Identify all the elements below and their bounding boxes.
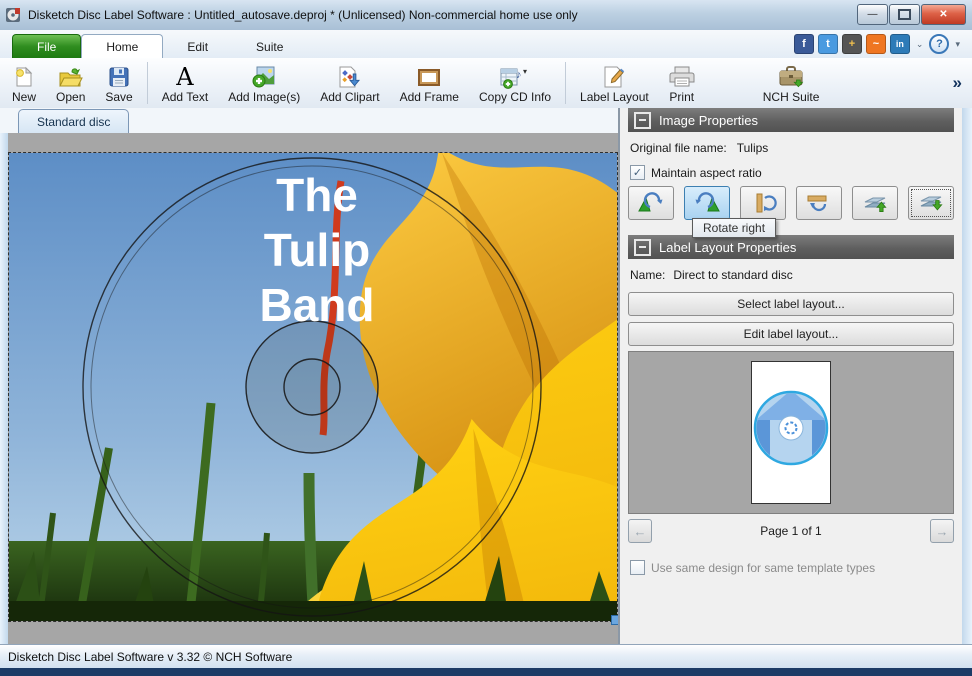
flip-horizontal-button[interactable]	[740, 186, 786, 220]
add-clipart-icon	[337, 63, 363, 89]
add-clipart-button[interactable]: Add Clipart	[310, 60, 389, 106]
maintain-aspect-row: ✓ Maintain aspect ratio	[630, 165, 954, 180]
bring-forward-button[interactable]	[852, 186, 898, 220]
layout-name-value: Direct to standard disc	[673, 268, 792, 282]
title-bar: Disketch Disc Label Software : Untitled_…	[0, 0, 972, 31]
add-text-button[interactable]: A Add Text	[152, 60, 218, 106]
open-button[interactable]: Open	[46, 60, 95, 106]
next-page-button[interactable]: →	[930, 519, 954, 543]
selection-resize-handle[interactable]	[611, 615, 618, 625]
layout-preview-disc	[752, 362, 830, 503]
previous-page-button[interactable]: ←	[628, 519, 652, 543]
window-title: Disketch Disc Label Software : Untitled_…	[28, 8, 851, 22]
same-design-row: Use same design for same template types	[630, 560, 954, 575]
page-indicator: Page 1 of 1	[652, 524, 930, 538]
copy-cd-info-icon: ♪▾	[499, 63, 531, 89]
maintain-aspect-label: Maintain aspect ratio	[651, 166, 762, 180]
rotate-left-button[interactable]	[628, 186, 674, 220]
add-text-icon: A	[176, 63, 193, 89]
add-frame-button[interactable]: Add Frame	[390, 60, 469, 106]
tab-suite[interactable]: Suite	[232, 35, 307, 58]
rotate-right-button[interactable]	[684, 186, 730, 220]
properties-panel: Image Properties Original file name: Tul…	[620, 108, 962, 645]
open-folder-icon	[58, 63, 84, 89]
tab-file[interactable]: File	[12, 34, 81, 58]
status-bar: Disketch Disc Label Software v 3.32 © NC…	[0, 644, 972, 668]
same-design-checkbox[interactable]	[630, 560, 645, 575]
svg-text:Tulip: Tulip	[264, 224, 370, 276]
nch-suite-icon	[777, 63, 805, 89]
toolbar-overflow-button[interactable]: »	[945, 73, 970, 93]
ribbon-tab-row: File Home Edit Suite f t + ~ in ⌄ ? ▾	[0, 30, 972, 58]
content-area: Standard disc	[0, 108, 972, 645]
original-file-name-label: Original file name:	[630, 141, 727, 155]
twitter-icon[interactable]: t	[818, 34, 838, 54]
collapse-image-properties-button[interactable]	[634, 112, 651, 129]
toolbar-separator	[565, 62, 566, 104]
image-properties-header: Image Properties	[628, 108, 954, 132]
share-dropdown-icon[interactable]: ⌄	[914, 39, 926, 50]
layout-name-row: Name: Direct to standard disc	[630, 268, 954, 282]
add-image-icon	[251, 63, 277, 89]
nch-logo-icon[interactable]: ~	[866, 34, 886, 54]
help-icon[interactable]: ?	[929, 34, 949, 54]
app-icon	[6, 7, 22, 23]
new-button[interactable]: New	[2, 60, 46, 106]
maximize-button[interactable]	[889, 4, 920, 25]
edit-label-layout-button[interactable]: Edit label layout...	[628, 322, 954, 346]
add-frame-icon	[415, 63, 443, 89]
disc-title-text[interactable]: The Tulip Band	[260, 169, 375, 331]
label-layout-properties-header: Label Layout Properties	[628, 235, 954, 259]
copy-cd-info-button[interactable]: ♪▾ Copy CD Info	[469, 60, 561, 106]
select-label-layout-button[interactable]: Select label layout...	[628, 292, 954, 316]
tab-edit[interactable]: Edit	[163, 35, 232, 58]
tulip-image-object[interactable]: The Tulip Band	[8, 152, 618, 622]
svg-text:Band: Band	[260, 279, 375, 331]
layout-preview-box	[628, 351, 954, 514]
close-button[interactable]: ✕	[921, 4, 966, 25]
window-left-edge	[0, 133, 8, 645]
image-tools-row	[628, 186, 954, 220]
save-floppy-icon	[107, 63, 131, 89]
tab-home[interactable]: Home	[81, 34, 163, 59]
window-bottom-edge	[0, 668, 972, 676]
svg-text:▾: ▾	[523, 67, 527, 76]
send-backward-button[interactable]	[908, 186, 954, 220]
svg-text:The: The	[276, 169, 358, 221]
layout-name-label: Name:	[630, 268, 665, 282]
minimize-button[interactable]: —	[857, 4, 888, 25]
linkedin-icon[interactable]: in	[890, 34, 910, 54]
maximize-icon	[898, 9, 911, 20]
same-design-label: Use same design for same template types	[651, 561, 875, 575]
label-layout-button[interactable]: Label Layout	[570, 60, 659, 106]
window-right-edge	[962, 108, 972, 645]
flip-vertical-button[interactable]	[796, 186, 842, 220]
toolbar-separator	[147, 62, 148, 104]
print-icon	[669, 63, 695, 89]
print-button[interactable]: Print	[659, 60, 705, 106]
rotate-right-tooltip: Rotate right	[692, 218, 776, 238]
new-document-icon	[12, 63, 36, 89]
label-layout-icon	[601, 63, 627, 89]
design-workspace[interactable]: The Tulip Band	[0, 133, 618, 645]
add-images-button[interactable]: Add Image(s)	[218, 60, 310, 106]
googleplus-icon[interactable]: +	[842, 34, 862, 54]
help-dropdown-icon[interactable]: ▾	[953, 39, 962, 50]
facebook-icon[interactable]: f	[794, 34, 814, 54]
main-toolbar: New Open Save A Add Text Add Image(s)	[0, 58, 972, 109]
tab-standard-disc[interactable]: Standard disc	[18, 109, 129, 133]
maintain-aspect-checkbox[interactable]: ✓	[630, 165, 645, 180]
collapse-label-layout-button[interactable]	[634, 239, 651, 256]
svg-text:♪: ♪	[516, 69, 522, 81]
layout-preview-page	[751, 361, 831, 504]
canvas-area: Standard disc	[0, 108, 620, 645]
status-text: Disketch Disc Label Software v 3.32 © NC…	[8, 650, 292, 664]
save-button[interactable]: Save	[95, 60, 142, 106]
original-file-name-value: Tulips	[737, 141, 769, 155]
disc-design-canvas: The Tulip Band	[9, 153, 617, 621]
nch-suite-button[interactable]: NCH Suite	[753, 60, 830, 106]
original-file-name-row: Original file name: Tulips	[630, 141, 954, 155]
app-window: Disketch Disc Label Software : Untitled_…	[0, 0, 972, 676]
preview-pagination: ← Page 1 of 1 →	[628, 520, 954, 542]
